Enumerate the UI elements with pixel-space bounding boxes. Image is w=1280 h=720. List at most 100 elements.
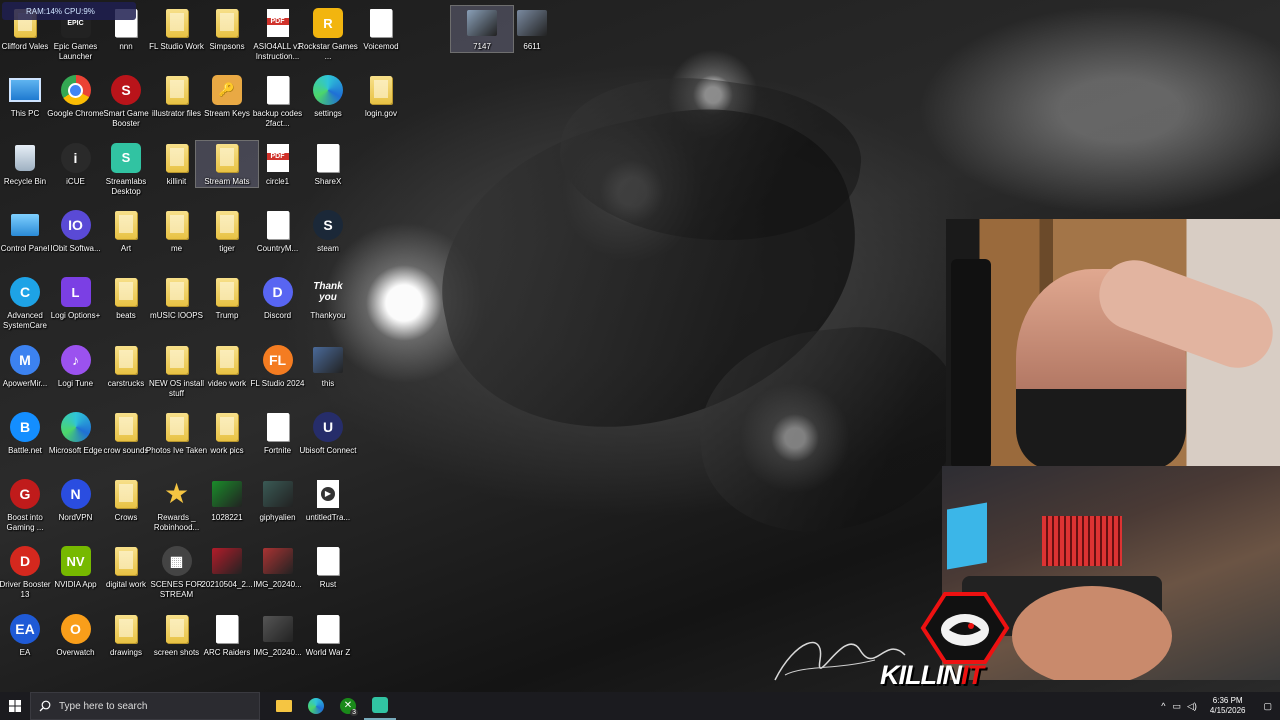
- ubisoft-connect-icon: U: [313, 411, 343, 442]
- desktop-icon-image: [160, 73, 194, 107]
- desktop-icon-image: [210, 343, 244, 377]
- desktop-icon-label: ShareX: [314, 176, 342, 186]
- webcam-face-feed: [946, 219, 1280, 466]
- document-icon: [317, 547, 339, 576]
- image-thumbnail-icon: [212, 481, 242, 508]
- taskbar-clock[interactable]: 6:36 PM 4/15/2026: [1210, 696, 1246, 716]
- desktop-icon-image: S: [109, 141, 143, 175]
- desktop-icon-image: [311, 73, 345, 107]
- image-thumbnail-icon: [262, 481, 293, 508]
- killinit-logo-text: KILLINIT: [880, 660, 984, 691]
- desktop-icon-image: [59, 73, 93, 107]
- folder-icon: [115, 547, 137, 576]
- desktop-icon-image: S: [109, 73, 143, 107]
- desktop-icon[interactable]: ShareX: [297, 141, 359, 187]
- desktop-icon[interactable]: 6611: [501, 6, 563, 52]
- start-button[interactable]: [0, 692, 30, 720]
- thank-you-image-icon: Thank you: [313, 281, 343, 304]
- desktop-icon-label: Thankyou: [310, 311, 346, 321]
- desktop-icon-image: [109, 343, 143, 377]
- taskbar-xbox[interactable]: ✕ 3: [332, 692, 364, 720]
- desktop-icon-image: L: [59, 275, 93, 309]
- webcam-microphone: [951, 259, 991, 466]
- desktop-icon-image: 🔑: [210, 73, 244, 107]
- desktop-icon-image: ▦: [160, 544, 194, 578]
- desktop-icon-image: [210, 477, 244, 511]
- desktop-icon-image: ★: [160, 477, 194, 511]
- desktop-icon-image: [109, 477, 143, 511]
- folder-icon: [165, 614, 188, 643]
- folder-icon: [216, 278, 238, 307]
- folder-icon: [216, 345, 238, 374]
- desktop-icon-image: IO: [59, 208, 93, 242]
- taskbar-file-explorer[interactable]: [268, 692, 300, 720]
- desktop-icon-image: [8, 73, 42, 107]
- desktop-icon[interactable]: World War Z: [297, 612, 359, 658]
- desktop-icon[interactable]: Voicemod: [350, 6, 412, 52]
- logi-tune-icon: ♪: [60, 344, 91, 375]
- chrome-icon: [60, 75, 91, 106]
- system-tray: ^ ▭ ◁) 6:36 PM 4/15/2026 ▢: [1157, 692, 1280, 720]
- folder-icon: [115, 345, 137, 374]
- scenes-for-stream-icon: ▦: [161, 546, 192, 577]
- windows-logo-icon: [9, 700, 21, 712]
- image-thumbnail-icon: [517, 10, 547, 36]
- advanced-systemcare-icon: C: [10, 277, 40, 308]
- pdf-icon: PDF: [266, 9, 289, 37]
- desktop-icon-image: [261, 612, 295, 646]
- desktop-icon-image: PDF: [261, 141, 295, 175]
- document-icon: [317, 614, 339, 643]
- room-monitor: [947, 502, 987, 570]
- folder-icon: [370, 76, 392, 104]
- folder-icon: [216, 412, 238, 441]
- desktop-icon-image: [261, 73, 295, 107]
- killinit-logo-badge: [920, 592, 1010, 664]
- folder-icon: [216, 9, 238, 37]
- this-pc-icon: [9, 78, 41, 103]
- desktop-icon-image: R: [311, 6, 345, 40]
- desktop-icon-image: [364, 73, 398, 107]
- desktop-icon-image: [261, 410, 295, 444]
- video-file-icon: ▶: [317, 480, 339, 509]
- desktop-icon[interactable]: ▶ untitledTra...: [297, 477, 359, 523]
- clock-time: 6:36 PM: [1212, 696, 1243, 705]
- desktop-icon-image: O: [59, 612, 93, 646]
- desktop-icon-image: [210, 141, 244, 175]
- desktop-icon-image: [160, 6, 194, 40]
- desktop-icon[interactable]: Ssteam: [297, 208, 359, 254]
- desktop-icon[interactable]: Rust: [297, 544, 359, 590]
- ea-icon: EA: [10, 613, 40, 644]
- desktop-icon-image: [515, 6, 549, 40]
- streamlabs-icon: [372, 697, 388, 713]
- taskbar-edge[interactable]: [300, 692, 332, 720]
- desktop-icon[interactable]: login.gov: [350, 73, 412, 119]
- taskbar-search-box[interactable]: Type here to search: [30, 692, 260, 720]
- desktop-icon-image: [210, 544, 244, 578]
- desktop-icon-image: [160, 410, 194, 444]
- desktop-icon-image: i: [59, 141, 93, 175]
- document-icon: [266, 76, 289, 105]
- desktop-icon-image: [261, 208, 295, 242]
- volume-icon[interactable]: ◁): [1187, 701, 1197, 712]
- folder-icon: [115, 614, 137, 643]
- network-icon[interactable]: ▭: [1172, 701, 1181, 712]
- rockstar-games--icon: R: [313, 8, 343, 38]
- image-thumbnail-icon: [467, 10, 497, 36]
- edge-icon: [313, 75, 343, 106]
- search-icon: [39, 700, 51, 712]
- desktop-icon-image: [109, 208, 143, 242]
- desktop-icon[interactable]: this: [297, 343, 359, 389]
- notification-icon[interactable]: ▢: [1263, 701, 1272, 712]
- folder-icon: [165, 210, 188, 239]
- desktop-icon[interactable]: Thank you Thankyou: [297, 275, 359, 321]
- chevron-up-icon[interactable]: ^: [1161, 701, 1165, 711]
- taskbar-streamlabs[interactable]: [364, 692, 396, 720]
- folder-icon: [216, 210, 238, 239]
- folder-icon: [216, 143, 238, 172]
- desktop-icon-image: ♪: [59, 343, 93, 377]
- recycle-bin-icon: [15, 144, 35, 171]
- steam-icon: S: [313, 209, 343, 240]
- folder-icon: [115, 412, 137, 441]
- folder-icon: [276, 700, 292, 712]
- desktop-icon[interactable]: U Ubisoft Connect: [297, 410, 359, 456]
